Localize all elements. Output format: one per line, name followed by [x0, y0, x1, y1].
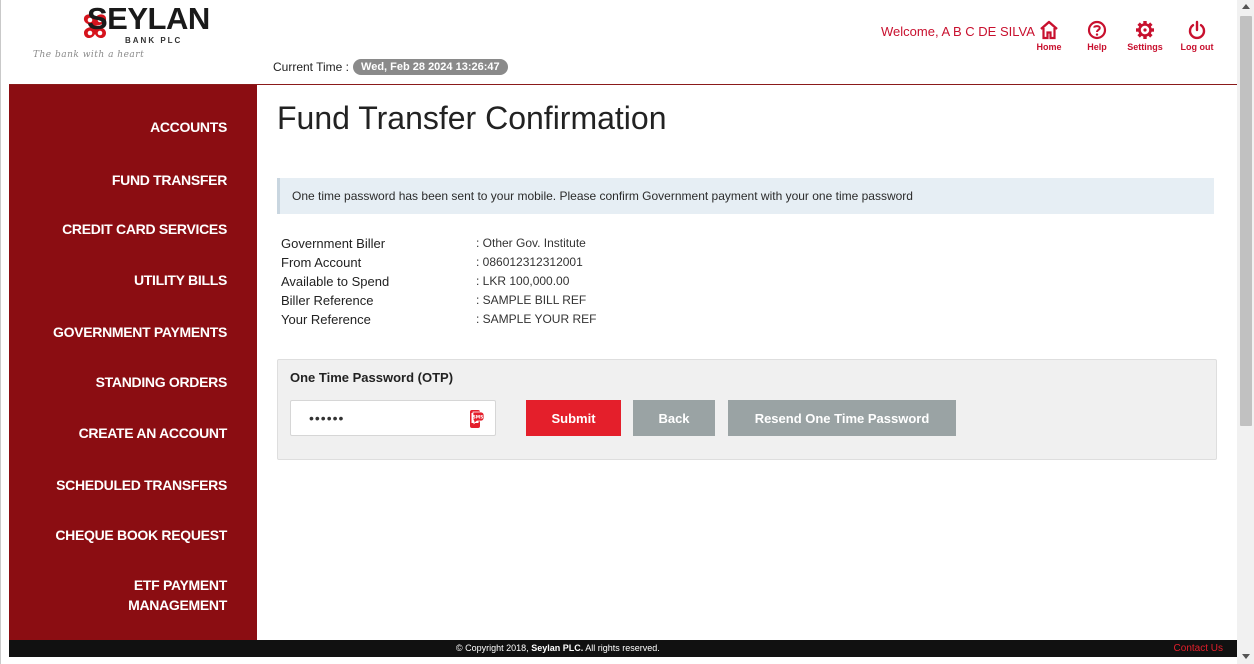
scroll-thumb[interactable]: [1240, 16, 1252, 426]
footer-copy-suffix: All rights reserved.: [583, 643, 660, 653]
resend-otp-button[interactable]: Resend One Time Password: [728, 400, 956, 436]
detail-label: From Account: [281, 255, 362, 270]
sidebar-item-government-payments[interactable]: GOVERNMENT PAYMENTS: [53, 322, 227, 342]
sidebar-item-fund-transfer[interactable]: FUND TRANSFER: [112, 170, 227, 190]
current-time-label: Current Time :: [273, 60, 350, 74]
detail-row: Available to Spend : LKR 100,000.00: [281, 272, 596, 291]
scroll-up-arrow-icon[interactable]: [1242, 4, 1250, 9]
home-label: Home: [1036, 42, 1062, 52]
otp-input[interactable]: •••••• SMS: [290, 400, 496, 436]
footer-copyright: © Copyright 2018, Seylan PLC. All rights…: [456, 640, 660, 657]
sidebar-item-credit-card-services[interactable]: CREDIT CARD SERVICES: [62, 219, 227, 239]
brand-name: SEYLAN: [87, 1, 210, 36]
detail-row: Your Reference : SAMPLE YOUR REF: [281, 310, 596, 329]
help-button[interactable]: Help: [1073, 20, 1121, 52]
page-title: Fund Transfer Confirmation: [277, 100, 667, 136]
settings-button[interactable]: Settings: [1121, 20, 1169, 52]
help-icon: [1087, 20, 1107, 40]
otp-title: One Time Password (OTP): [290, 370, 454, 385]
otp-info-alert: One time password has been sent to your …: [277, 178, 1214, 214]
home-button[interactable]: Home: [1025, 20, 1073, 52]
welcome-text: Welcome, A B C DE SILVA: [881, 24, 1035, 39]
sidebar-item-utility-bills[interactable]: UTILITY BILLS: [134, 270, 227, 290]
current-time-badge: Wed, Feb 28 2024 13:26:47: [353, 59, 508, 75]
sidebar-item-etf-payment-management[interactable]: ETF PAYMENT MANAGEMENT: [128, 575, 227, 615]
sidebar: ACCOUNTS FUND TRANSFER CREDIT CARD SERVI…: [9, 85, 257, 640]
settings-label: Settings: [1127, 42, 1163, 52]
gear-icon: [1136, 21, 1154, 39]
detail-value: : SAMPLE YOUR REF: [476, 312, 597, 326]
brand-tagline: The bank with a heart: [33, 50, 145, 60]
sidebar-item-create-an-account[interactable]: CREATE AN ACCOUNT: [79, 423, 228, 443]
logout-label: Log out: [1180, 42, 1214, 52]
sidebar-item-scheduled-transfers[interactable]: SCHEDULED TRANSFERS: [56, 475, 227, 495]
back-button[interactable]: Back: [633, 400, 715, 436]
current-time: Current Time : Wed, Feb 28 2024 13:26:47: [273, 59, 508, 75]
sidebar-item-etf-line1: ETF PAYMENT: [133, 577, 227, 593]
detail-row: From Account : 086012312312001: [281, 253, 596, 272]
sidebar-item-accounts[interactable]: ACCOUNTS: [150, 117, 227, 137]
logout-button[interactable]: Log out: [1173, 20, 1221, 52]
detail-value: : Other Gov. Institute: [476, 236, 586, 250]
contact-us-link[interactable]: Contact Us: [1174, 640, 1223, 657]
sidebar-item-cheque-book-request[interactable]: CHEQUE BOOK REQUEST: [55, 525, 227, 545]
otp-panel: One Time Password (OTP) •••••• SMS Submi…: [277, 359, 1217, 460]
detail-value: : 086012312312001: [476, 255, 583, 269]
scrollbar[interactable]: [1237, 0, 1254, 664]
detail-label: Available to Spend: [281, 274, 390, 289]
detail-label: Your Reference: [281, 312, 371, 327]
help-label: Help: [1087, 42, 1107, 52]
home-icon: [1040, 20, 1058, 40]
scroll-down-arrow-icon[interactable]: [1242, 654, 1250, 659]
detail-value: : SAMPLE BILL REF: [476, 293, 587, 307]
detail-label: Biller Reference: [281, 293, 374, 308]
power-icon: [1188, 20, 1206, 40]
detail-row: Government Biller : Other Gov. Institute: [281, 234, 596, 253]
payment-details: Government Biller : Other Gov. Institute…: [281, 234, 596, 329]
footer-copy-brand: Seylan PLC.: [531, 643, 584, 653]
sms-icon: SMS: [470, 410, 485, 428]
sidebar-item-standing-orders[interactable]: STANDING ORDERS: [96, 372, 228, 392]
header: SEYLAN BANK PLC The bank with a heart Cu…: [1, 0, 1237, 84]
detail-label: Government Biller: [281, 236, 386, 251]
footer-copy-prefix: © Copyright 2018,: [456, 643, 532, 653]
browser-frame: SEYLAN BANK PLC The bank with a heart Cu…: [0, 0, 1254, 664]
svg-text:SMS: SMS: [473, 414, 484, 420]
submit-button[interactable]: Submit: [526, 400, 621, 436]
detail-value: : LKR 100,000.00: [476, 274, 570, 288]
otp-masked-value: ••••••: [309, 410, 345, 426]
brand-sub: BANK PLC: [125, 36, 183, 45]
footer: © Copyright 2018, Seylan PLC. All rights…: [9, 640, 1237, 657]
sidebar-item-etf-line2: MANAGEMENT: [128, 597, 227, 613]
detail-row: Biller Reference : SAMPLE BILL REF: [281, 291, 596, 310]
